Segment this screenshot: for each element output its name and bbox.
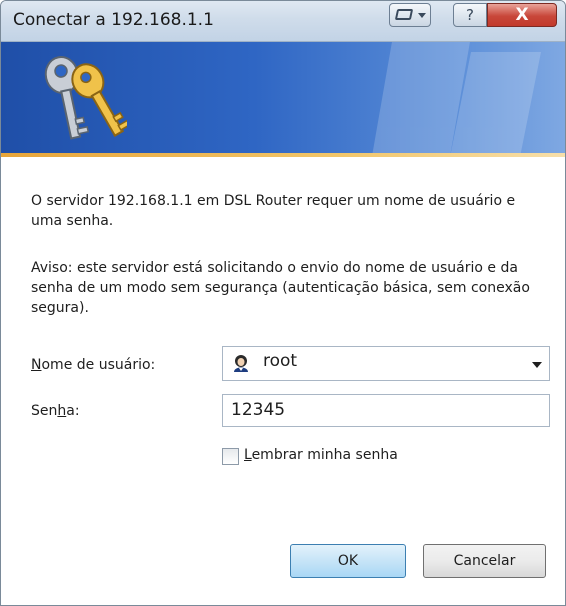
- remember-password-label[interactable]: Lembrar minha senha: [244, 447, 398, 463]
- login-dialog: Conectar a 192.168.1.1 ? X O servidor 19…: [0, 0, 566, 606]
- password-label-end: a:: [66, 403, 80, 419]
- close-button[interactable]: X: [487, 3, 557, 27]
- card-menu-button[interactable]: [389, 3, 431, 27]
- dialog-body: O servidor 192.168.1.1 em DSL Router req…: [1, 157, 565, 605]
- username-label: Nome de usuário:: [31, 357, 155, 373]
- username-value: root: [263, 351, 298, 371]
- user-icon: [234, 355, 248, 372]
- ok-button[interactable]: OK: [290, 544, 406, 578]
- username-label-text: ome de usuário:: [41, 357, 156, 373]
- title-bar: Conectar a 192.168.1.1 ? X: [1, 1, 565, 42]
- dialog-title: Conectar a 192.168.1.1: [13, 10, 214, 30]
- keys-icon: [44, 56, 127, 140]
- help-icon: ?: [466, 6, 474, 24]
- password-label-accesskey: h: [57, 403, 67, 419]
- card-icon: [394, 9, 414, 20]
- chevron-down-icon: [418, 13, 426, 18]
- remember-label-text: embrar minha senha: [251, 447, 398, 463]
- chevron-down-icon[interactable]: [532, 362, 542, 368]
- username-combobox[interactable]: root: [222, 346, 550, 381]
- security-warning: Aviso: este servidor está solicitando o …: [31, 260, 530, 316]
- server-message: O servidor 192.168.1.1 em DSL Router req…: [31, 193, 516, 229]
- remember-password-checkbox[interactable]: [222, 448, 239, 465]
- password-field[interactable]: 12345: [222, 394, 550, 427]
- help-button[interactable]: ?: [453, 3, 487, 27]
- password-label: Senha:: [31, 403, 80, 419]
- username-label-accesskey: N: [31, 357, 42, 373]
- header-banner: [1, 42, 565, 156]
- remember-accesskey: L: [244, 447, 252, 463]
- close-icon: X: [515, 5, 529, 25]
- password-value: 12345: [231, 400, 286, 420]
- password-label-start: Sen: [31, 403, 58, 419]
- cancel-button[interactable]: Cancelar: [423, 544, 546, 578]
